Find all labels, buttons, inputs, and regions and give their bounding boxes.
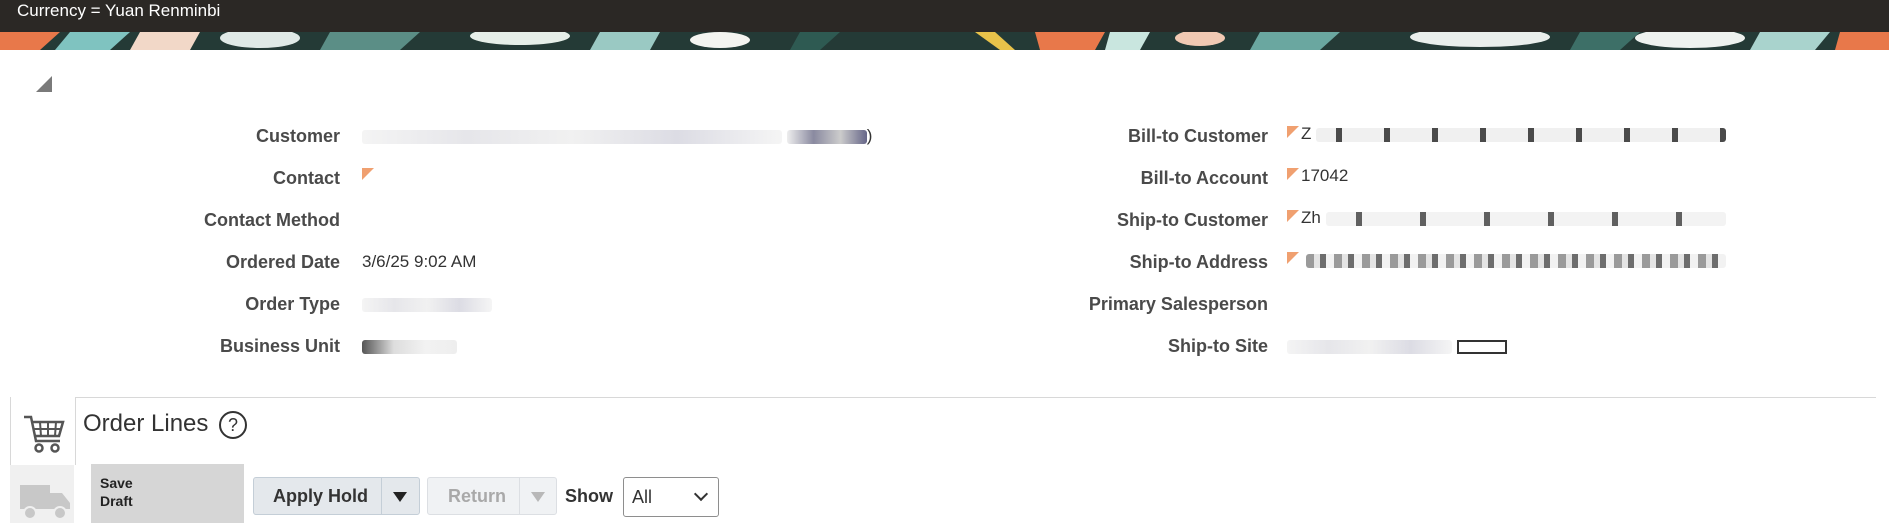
apply-hold-label: Apply Hold <box>273 486 368 506</box>
delivery-truck-icon <box>20 485 70 520</box>
bill-to-customer-label: Bill-to Customer <box>1127 126 1268 146</box>
chevron-down-icon <box>693 486 709 502</box>
split-separator <box>381 478 382 514</box>
redacted-text <box>362 297 492 312</box>
ship-to-site-label: Ship-to Site <box>1168 336 1268 356</box>
bill-to-customer-value[interactable]: Z <box>1287 124 1727 144</box>
customer-label: Customer <box>255 126 340 146</box>
chevron-down-icon[interactable] <box>531 492 545 502</box>
customer-value[interactable]: ) <box>362 126 872 146</box>
flag-marker <box>362 168 374 180</box>
order-lines-title: Order Lines <box>83 410 209 437</box>
redacted-text <box>1316 127 1727 142</box>
currency-text: Currency = Yuan Renminbi <box>17 1 221 20</box>
currency-bar: Currency = Yuan Renminbi <box>0 0 1889 32</box>
flag-marker <box>1287 126 1299 138</box>
contact-method-label: Contact Method <box>204 210 340 230</box>
redacted-text <box>362 129 782 144</box>
business-unit-value <box>362 336 457 356</box>
split-separator <box>519 478 520 514</box>
show-selected-value: All <box>632 487 653 507</box>
primary-salesperson-label: Primary Salesperson <box>1088 294 1268 314</box>
order-type-label: Order Type <box>245 294 340 314</box>
redacted-text <box>786 129 867 144</box>
ship-to-customer-label: Ship-to Customer <box>1117 210 1268 230</box>
contact-label: Contact <box>273 168 340 188</box>
bill-to-account-value[interactable]: 17042 <box>1287 166 1348 186</box>
ship-to-address-label: Ship-to Address <box>1129 252 1268 272</box>
shipments-tab[interactable] <box>10 465 74 523</box>
redacted-text <box>1325 211 1726 226</box>
order-lines-tab[interactable] <box>10 397 76 465</box>
redacted-text <box>1287 339 1452 354</box>
banner-art <box>0 32 1889 50</box>
shopping-cart-icon <box>24 415 65 453</box>
business-unit-label: Business Unit <box>219 336 340 356</box>
ship-to-customer-value[interactable]: Zh <box>1287 208 1726 228</box>
flag-marker <box>1287 252 1299 264</box>
section-divider <box>10 397 1876 398</box>
chevron-down-icon[interactable] <box>393 492 407 502</box>
order-type-value <box>362 294 492 314</box>
show-label: Show <box>565 486 613 506</box>
redacted-text <box>1305 253 1726 268</box>
contact-value[interactable] <box>362 166 376 186</box>
show-select[interactable]: All <box>623 477 719 517</box>
return-button[interactable]: Return <box>427 477 557 515</box>
ordered-date-value: 3/6/25 9:02 AM <box>362 252 477 271</box>
flag-marker <box>1287 168 1299 180</box>
apply-hold-button[interactable]: Apply Hold <box>253 477 420 515</box>
return-label: Return <box>448 486 506 506</box>
draft-thumbnail-text: Save Draft <box>100 475 133 509</box>
ship-to-site-value[interactable] <box>1287 336 1507 356</box>
redacted-text <box>1456 339 1507 354</box>
bill-to-account-label: Bill-to Account <box>1140 168 1268 188</box>
collapse-triangle-icon[interactable] <box>36 76 52 92</box>
redacted-text <box>362 339 457 354</box>
decorative-banner <box>0 32 1889 50</box>
ordered-date-label: Ordered Date <box>225 252 340 272</box>
help-circle-icon[interactable]: ? <box>219 411 247 439</box>
ship-to-address-value[interactable] <box>1287 250 1726 270</box>
flag-marker <box>1287 210 1299 222</box>
